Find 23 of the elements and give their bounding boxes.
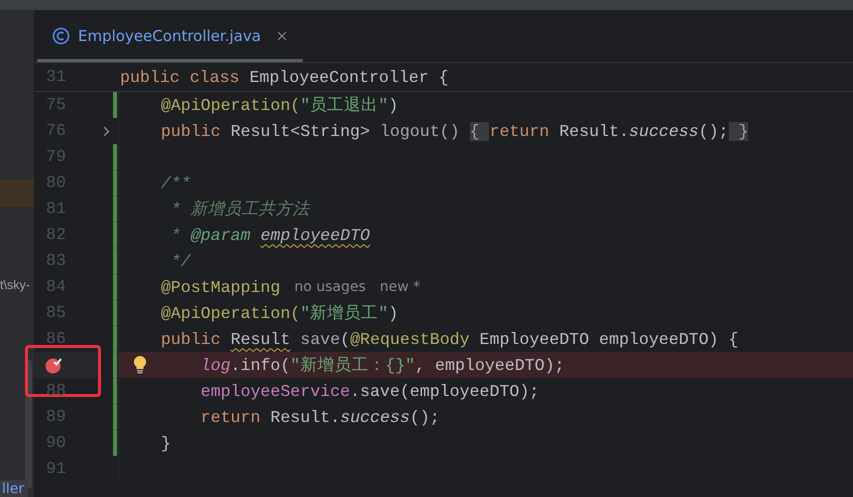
class-icon bbox=[52, 27, 70, 45]
code-line: * 新增员工共方法 bbox=[170, 199, 310, 220]
lightbulb-icon[interactable] bbox=[133, 355, 147, 374]
code-line: return Result.success(); bbox=[200, 408, 440, 426]
selected-row bbox=[0, 180, 34, 207]
code-line: log.info("新增员工：{}", employeeDTO); bbox=[200, 355, 565, 376]
code-line: public Result save(@RequestBody EmployeeDTO employeeDTO) { bbox=[160, 330, 738, 348]
editor-tab[interactable]: EmployeeController.java bbox=[35, 10, 303, 62]
code-line: */ bbox=[170, 252, 191, 270]
code-line: } bbox=[160, 434, 171, 452]
code-line: * @param employeeDTO bbox=[170, 226, 370, 244]
breakpoint-icon[interactable] bbox=[45, 356, 63, 374]
file-path: t\sky- bbox=[0, 278, 30, 292]
inlay-hint[interactable]: no usages bbox=[294, 279, 366, 295]
code-line: public Result<String> logout() { return Result.success(); } bbox=[160, 122, 748, 140]
code-line: /** bbox=[160, 174, 191, 192]
code-line: @ApiOperation("员工退出") bbox=[160, 95, 398, 116]
inlay-hint[interactable]: new * bbox=[380, 279, 420, 295]
code-line: employeeService.save(employeeDTO); bbox=[200, 382, 540, 400]
code-line: public class EmployeeController { bbox=[120, 68, 449, 86]
file-name[interactable]: ller bbox=[0, 480, 28, 497]
code-line: @PostMapping bbox=[160, 278, 280, 296]
code-line: @ApiOperation("新增员工") bbox=[160, 303, 398, 324]
